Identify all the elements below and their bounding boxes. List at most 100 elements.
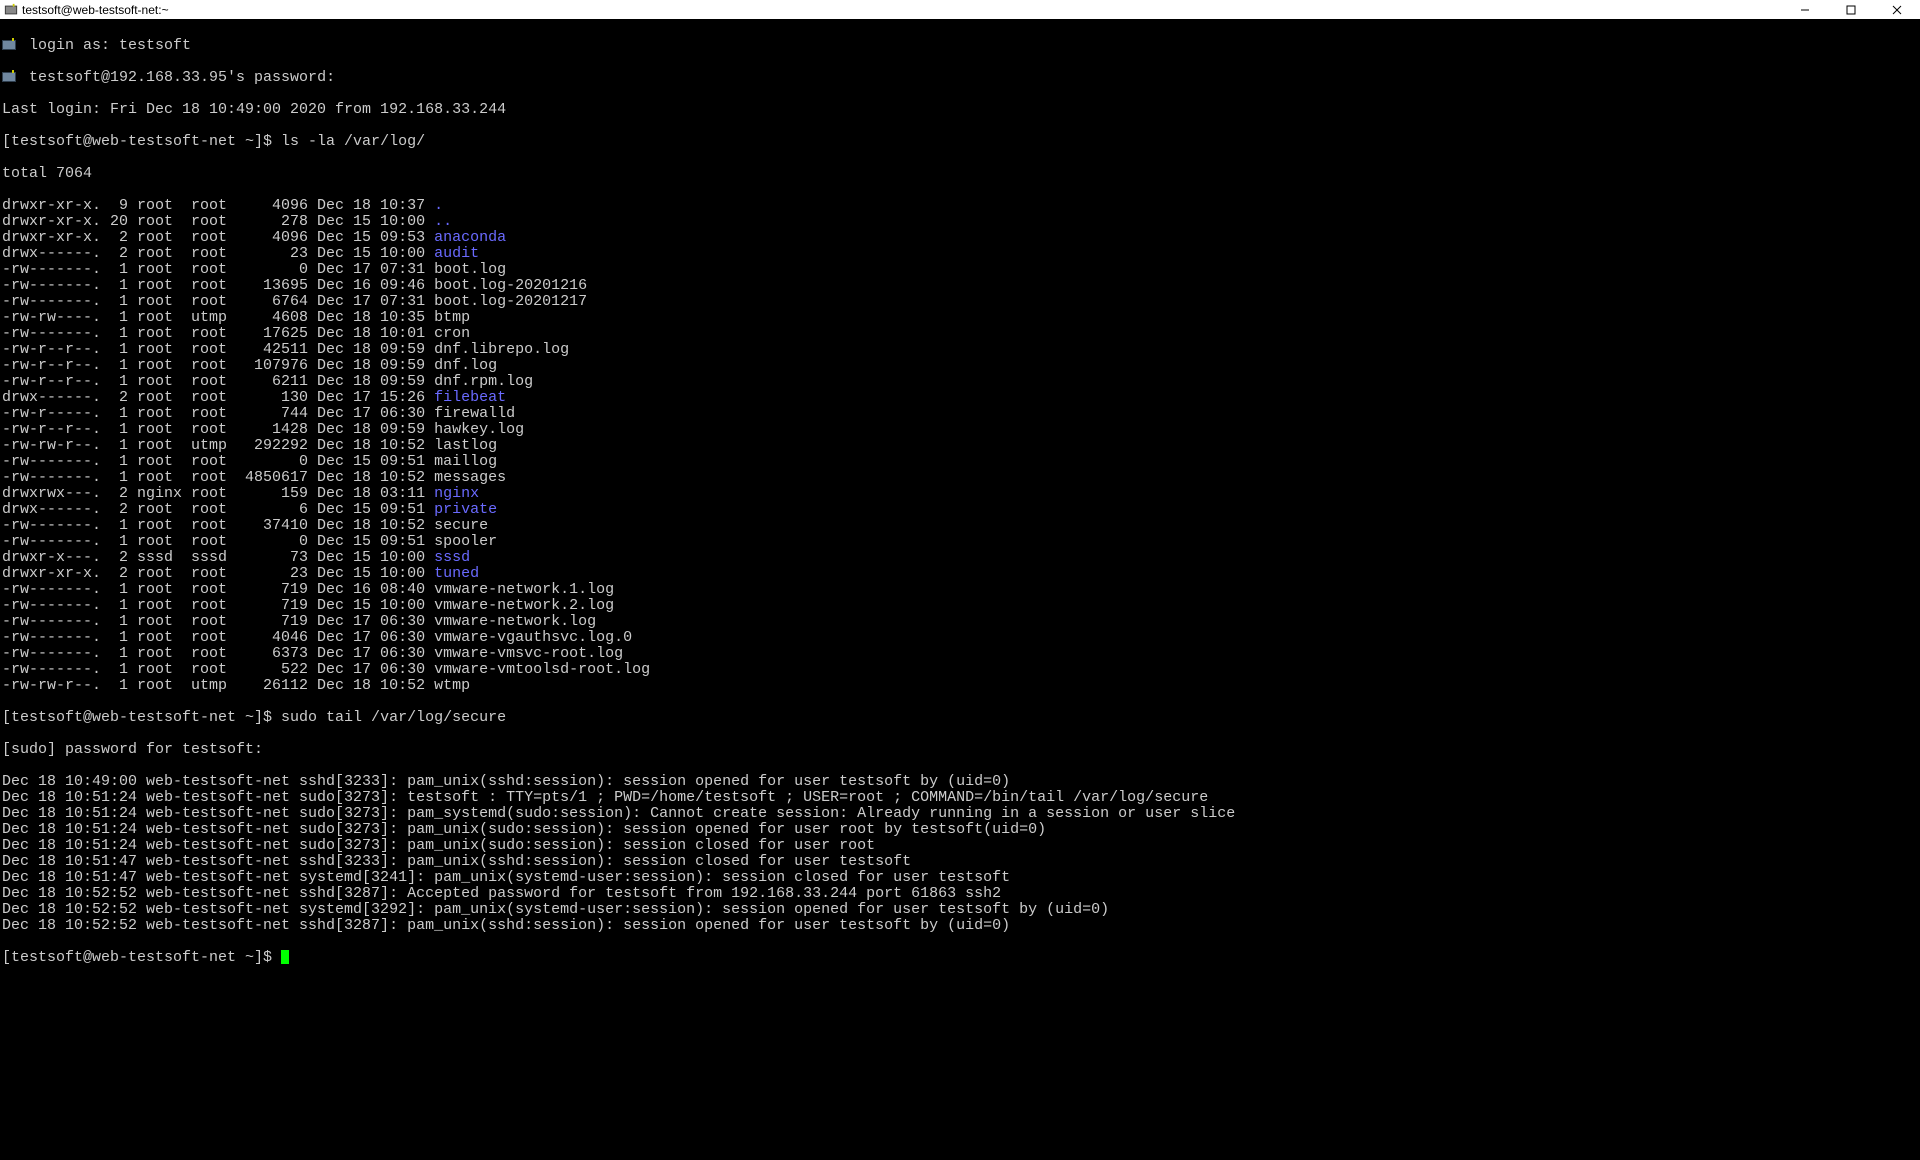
ls-row-attrs: -rw-rw-r--. 1 root utmp 26112 Dec 18 10:… <box>2 677 434 694</box>
ls-row: -rw-r--r--. 1 root root 1428 Dec 18 09:5… <box>2 422 1918 438</box>
ls-row: drwx------. 2 root root 6 Dec 15 09:51 p… <box>2 502 1918 518</box>
secure-log-output: Dec 18 10:49:00 web-testsoft-net sshd[32… <box>2 774 1918 934</box>
ls-row-attrs: -rw-------. 1 root root 719 Dec 17 06:30 <box>2 613 434 630</box>
ls-row: -rw-------. 1 root root 17625 Dec 18 10:… <box>2 326 1918 342</box>
window-title: testsoft@web-testsoft-net:~ <box>22 3 169 17</box>
ls-row-attrs: -rw-------. 1 root root 6764 Dec 17 07:3… <box>2 293 434 310</box>
ls-output: drwxr-xr-x. 9 root root 4096 Dec 18 10:3… <box>2 198 1918 694</box>
ls-row-attrs: drwxr-x---. 2 sssd sssd 73 Dec 15 10:00 <box>2 549 434 566</box>
minimize-button[interactable] <box>1782 0 1828 20</box>
ls-row-filename: dnf.librepo.log <box>434 341 569 358</box>
terminal[interactable]: login as: testsoft testsoft@192.168.33.9… <box>0 20 1920 1160</box>
ls-row-attrs: -rw-r--r--. 1 root root 6211 Dec 18 09:5… <box>2 373 434 390</box>
log-line: Dec 18 10:51:24 web-testsoft-net sudo[32… <box>2 838 1918 854</box>
ls-row-filename: hawkey.log <box>434 421 524 438</box>
ls-row: -rw-------. 1 root root 719 Dec 15 10:00… <box>2 598 1918 614</box>
log-line: Dec 18 10:52:52 web-testsoft-net systemd… <box>2 902 1918 918</box>
ls-row-filename: dnf.log <box>434 357 497 374</box>
ls-row: -rw-------. 1 root root 719 Dec 16 08:40… <box>2 582 1918 598</box>
ls-row-filename: secure <box>434 517 488 534</box>
ls-row: -rw-rw-r--. 1 root utmp 292292 Dec 18 10… <box>2 438 1918 454</box>
ls-row: -rw-------. 1 root root 522 Dec 17 06:30… <box>2 662 1918 678</box>
ls-row-attrs: drwxr-xr-x. 2 root root 4096 Dec 15 09:5… <box>2 229 434 246</box>
ls-row-attrs: -rw-------. 1 root root 0 Dec 17 07:31 <box>2 261 434 278</box>
ls-row-attrs: -rw-------. 1 root root 0 Dec 15 09:51 <box>2 453 434 470</box>
ls-row-filename: boot.log-20201217 <box>434 293 587 310</box>
last-login-line: Last login: Fri Dec 18 10:49:00 2020 fro… <box>2 102 1918 118</box>
ls-row-filename: spooler <box>434 533 497 550</box>
putty-icon <box>4 3 18 17</box>
ls-row: drwxr-xr-x. 20 root root 278 Dec 15 10:0… <box>2 214 1918 230</box>
ls-row-filename: lastlog <box>434 437 497 454</box>
log-line: Dec 18 10:51:24 web-testsoft-net sudo[32… <box>2 806 1918 822</box>
ls-row-attrs: drwx------. 2 root root 6 Dec 15 09:51 <box>2 501 434 518</box>
ls-row-attrs: drwxr-xr-x. 20 root root 278 Dec 15 10:0… <box>2 213 434 230</box>
log-line: Dec 18 10:51:24 web-testsoft-net sudo[32… <box>2 822 1918 838</box>
ls-row: -rw-------. 1 root root 6373 Dec 17 06:3… <box>2 646 1918 662</box>
log-line: Dec 18 10:51:24 web-testsoft-net sudo[32… <box>2 790 1918 806</box>
putty-prompt-icon <box>2 70 20 84</box>
ls-row-filename: btmp <box>434 309 470 326</box>
ls-row: drwxrwx---. 2 nginx root 159 Dec 18 03:1… <box>2 486 1918 502</box>
ls-row-attrs: -rw-rw----. 1 root utmp 4608 Dec 18 10:3… <box>2 309 434 326</box>
ls-row-filename: vmware-network.1.log <box>434 581 614 598</box>
ls-row-attrs: -rw-------. 1 root root 13695 Dec 16 09:… <box>2 277 434 294</box>
maximize-button[interactable] <box>1828 0 1874 20</box>
ls-row: -rw-------. 1 root root 6764 Dec 17 07:3… <box>2 294 1918 310</box>
ls-row-attrs: -rw-------. 1 root root 6373 Dec 17 06:3… <box>2 645 434 662</box>
ls-row-filename: .. <box>434 213 452 230</box>
ls-row: -rw-------. 1 root root 0 Dec 15 09:51 s… <box>2 534 1918 550</box>
ls-row: drwxr-xr-x. 2 root root 4096 Dec 15 09:5… <box>2 230 1918 246</box>
ls-row-attrs: -rw-r--r--. 1 root root 1428 Dec 18 09:5… <box>2 421 434 438</box>
ls-row-filename: nginx <box>434 485 479 502</box>
ls-row: -rw-------. 1 root root 0 Dec 15 09:51 m… <box>2 454 1918 470</box>
ls-row: drwxr-xr-x. 2 root root 23 Dec 15 10:00 … <box>2 566 1918 582</box>
ls-total: total 7064 <box>2 166 1918 182</box>
ls-row: -rw-------. 1 root root 0 Dec 17 07:31 b… <box>2 262 1918 278</box>
ls-row-filename: anaconda <box>434 229 506 246</box>
cursor <box>281 950 289 964</box>
ls-row-filename: vmware-vmtoolsd-root.log <box>434 661 650 678</box>
close-button[interactable] <box>1874 0 1920 20</box>
ls-row-filename: dnf.rpm.log <box>434 373 533 390</box>
window-titlebar: testsoft@web-testsoft-net:~ <box>0 0 1920 20</box>
ls-row-attrs: drwx------. 2 root root 23 Dec 15 10:00 <box>2 245 434 262</box>
log-line: Dec 18 10:52:52 web-testsoft-net sshd[32… <box>2 918 1918 934</box>
ls-row: drwxr-x---. 2 sssd sssd 73 Dec 15 10:00 … <box>2 550 1918 566</box>
login-as: login as: testsoft <box>29 37 191 54</box>
ls-row-filename: tuned <box>434 565 479 582</box>
ls-row-attrs: drwxr-xr-x. 2 root root 23 Dec 15 10:00 <box>2 565 434 582</box>
ls-row: -rw-rw----. 1 root utmp 4608 Dec 18 10:3… <box>2 310 1918 326</box>
window-controls <box>1782 0 1920 20</box>
ls-row: -rw-r--r--. 1 root root 42511 Dec 18 09:… <box>2 342 1918 358</box>
ls-row-filename: audit <box>434 245 479 262</box>
ls-row: drwx------. 2 root root 130 Dec 17 15:26… <box>2 390 1918 406</box>
ls-row: -rw-rw-r--. 1 root utmp 26112 Dec 18 10:… <box>2 678 1918 694</box>
ls-row: drwx------. 2 root root 23 Dec 15 10:00 … <box>2 246 1918 262</box>
ls-row-filename: vmware-vmsvc-root.log <box>434 645 623 662</box>
sudo-password-prompt: [sudo] password for testsoft: <box>2 742 1918 758</box>
ls-row-filename: sssd <box>434 549 470 566</box>
ls-row-attrs: -rw-------. 1 root root 0 Dec 15 09:51 <box>2 533 434 550</box>
log-line: Dec 18 10:51:47 web-testsoft-net sshd[32… <box>2 854 1918 870</box>
ls-row: -rw-------. 1 root root 719 Dec 17 06:30… <box>2 614 1918 630</box>
ls-row-attrs: -rw-r--r--. 1 root root 42511 Dec 18 09:… <box>2 341 434 358</box>
ls-row-filename: firewalld <box>434 405 515 422</box>
ls-row-attrs: -rw-r--r--. 1 root root 107976 Dec 18 09… <box>2 357 434 374</box>
ls-row: drwxr-xr-x. 9 root root 4096 Dec 18 10:3… <box>2 198 1918 214</box>
ls-row-attrs: -rw-------. 1 root root 522 Dec 17 06:30 <box>2 661 434 678</box>
ls-row-filename: private <box>434 501 497 518</box>
log-line: Dec 18 10:49:00 web-testsoft-net sshd[32… <box>2 774 1918 790</box>
ls-row-filename: boot.log <box>434 261 506 278</box>
ls-row: -rw-------. 1 root root 4850617 Dec 18 1… <box>2 470 1918 486</box>
command-ls: ls -la /var/log/ <box>281 133 425 150</box>
ls-row-attrs: drwx------. 2 root root 130 Dec 17 15:26 <box>2 389 434 406</box>
log-line: Dec 18 10:51:47 web-testsoft-net systemd… <box>2 870 1918 886</box>
ls-row-filename: boot.log-20201216 <box>434 277 587 294</box>
log-line: Dec 18 10:52:52 web-testsoft-net sshd[32… <box>2 886 1918 902</box>
ls-row-attrs: -rw-------. 1 root root 4850617 Dec 18 1… <box>2 469 434 486</box>
ls-row-filename: vmware-network.2.log <box>434 597 614 614</box>
ls-row: -rw-r--r--. 1 root root 6211 Dec 18 09:5… <box>2 374 1918 390</box>
ls-row-attrs: drwxrwx---. 2 nginx root 159 Dec 18 03:1… <box>2 485 434 502</box>
ls-row-attrs: -rw-------. 1 root root 719 Dec 15 10:00 <box>2 597 434 614</box>
